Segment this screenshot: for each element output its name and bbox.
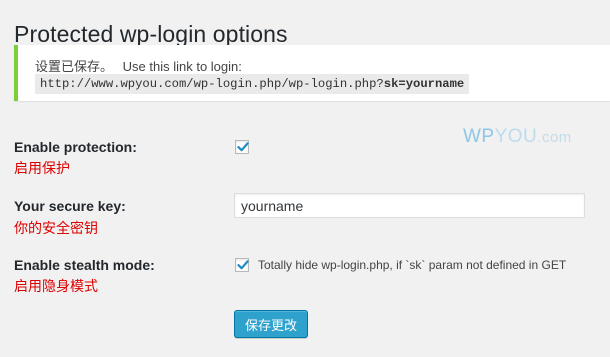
stealth-mode-description: Totally hide wp-login.php, if `sk` param… xyxy=(258,258,567,272)
notice-message: 设置已保存。 Use this link to login: xyxy=(35,56,242,75)
stealth-mode-label: Enable stealth mode: xyxy=(14,257,155,273)
secure-key-label: Your secure key: xyxy=(14,198,126,214)
login-url-param: sk=yourname xyxy=(383,77,465,91)
enable-protection-label: Enable protection: xyxy=(14,139,137,155)
stealth-mode-checkbox[interactable] xyxy=(235,258,249,272)
checkmark-icon xyxy=(237,260,249,270)
checkmark-icon xyxy=(237,142,249,152)
enable-protection-label-cn: 启用保护 xyxy=(14,160,70,176)
login-url-base: http://www.wpyou.com/wp-login.php/wp-log… xyxy=(40,77,384,91)
wpyou-watermark-logo: WPYOU.com xyxy=(463,126,572,147)
login-url[interactable]: http://www.wpyou.com/wp-login.php/wp-log… xyxy=(35,74,470,94)
enable-protection-checkbox[interactable] xyxy=(235,140,249,154)
settings-saved-notice: 设置已保存。 Use this link to login: http://ww… xyxy=(14,45,610,101)
notice-saved-text: 设置已保存。 xyxy=(35,59,114,74)
secure-key-input[interactable] xyxy=(234,193,585,218)
stealth-mode-label-cn: 启用隐身模式 xyxy=(14,278,98,294)
notice-link-text: Use this link to login: xyxy=(122,59,242,74)
secure-key-label-cn: 你的安全密钥 xyxy=(14,220,98,236)
save-changes-button[interactable]: 保存更改 xyxy=(234,310,308,338)
